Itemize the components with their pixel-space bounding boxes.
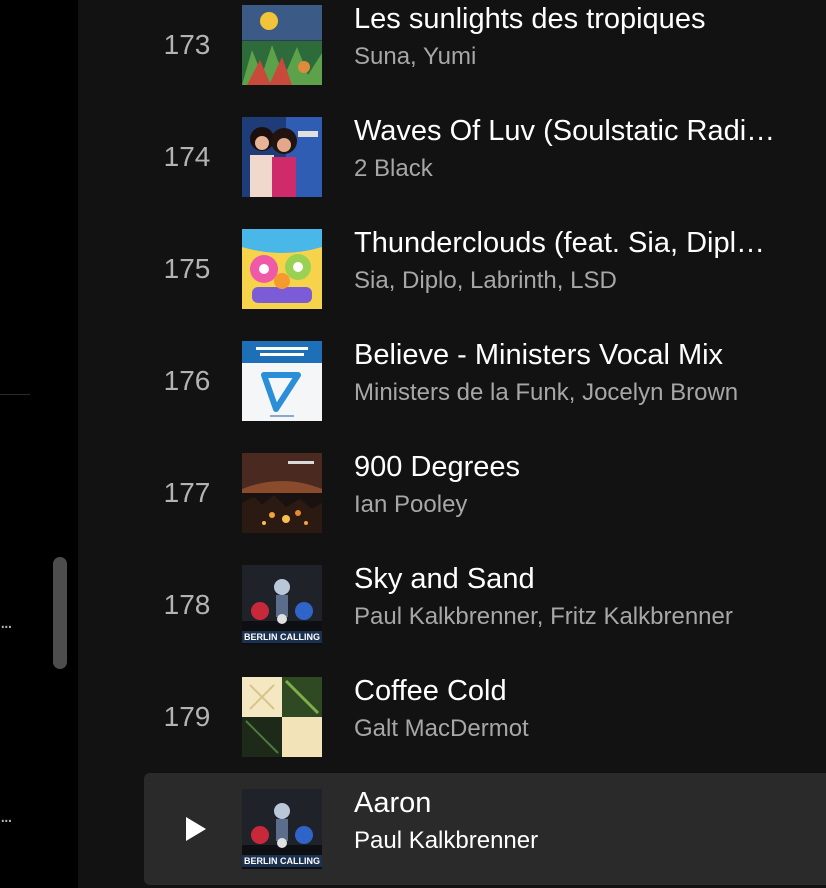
- track-artist[interactable]: Galt MacDermot: [354, 714, 824, 744]
- track-title[interactable]: Believe - Ministers Vocal Mix: [354, 337, 809, 373]
- track-row[interactable]: 179 Coffee Cold Galt MacDermot: [144, 661, 826, 773]
- track-number: 173: [163, 29, 211, 60]
- sidebar-more-icon[interactable]: ...: [0, 612, 13, 632]
- album-cover-psychedelic: [242, 229, 322, 309]
- album-cover-berlin-calling: BERLIN CALLING: [242, 565, 322, 645]
- track-number: 178: [163, 589, 211, 620]
- track-artist[interactable]: Ministers de la Funk, Jocelyn Brown: [354, 378, 824, 408]
- track-title[interactable]: Waves Of Luv (Soulstatic Radi…: [354, 113, 809, 149]
- track-title[interactable]: Coffee Cold: [354, 673, 809, 709]
- track-row[interactable]: 176 Believe - Ministers Vocal Mix Minist…: [144, 325, 826, 437]
- album-cover-boomerang: [242, 341, 322, 421]
- track-title[interactable]: Aaron: [354, 785, 809, 821]
- track-artist[interactable]: Suna, Yumi: [354, 42, 824, 72]
- track-number: 174: [163, 141, 211, 172]
- track-row[interactable]: 178 BERLIN CALLING Sky and Sand Paul Kal…: [144, 549, 826, 661]
- album-cover-tropical: [242, 5, 322, 85]
- track-row-hovered[interactable]: BERLIN CALLING Aaron Paul Kalkbrenner: [144, 773, 826, 885]
- track-row[interactable]: 175 Thunderclouds (feat. Sia, Dipl… Sia,…: [144, 213, 826, 325]
- track-number: 179: [163, 701, 211, 732]
- track-title[interactable]: Les sunlights des tropiques: [354, 1, 809, 37]
- sidebar-scrollbar[interactable]: [53, 557, 67, 669]
- sidebar-divider: [0, 394, 30, 395]
- play-icon[interactable]: [186, 817, 206, 841]
- track-title[interactable]: 900 Degrees: [354, 449, 809, 485]
- track-title[interactable]: Thunderclouds (feat. Sia, Dipl…: [354, 225, 809, 261]
- track-row[interactable]: 174 Waves Of Luv (Soulstatic Radi… 2 Bla…: [144, 101, 826, 213]
- track-number: 175: [163, 253, 211, 284]
- track-artist[interactable]: Paul Kalkbrenner: [354, 826, 824, 856]
- album-cover-berlin-calling: BERLIN CALLING: [242, 789, 322, 869]
- track-artist[interactable]: Paul Kalkbrenner, Fritz Kalkbrenner: [354, 602, 824, 632]
- album-cover-text: BERLIN CALLING: [242, 855, 322, 867]
- tracklist: 173 Les sunlights des tropiques Suna, Yu…: [78, 0, 826, 888]
- track-number: 177: [163, 477, 211, 508]
- sidebar-more-icon[interactable]: ...: [0, 806, 13, 826]
- track-artist[interactable]: 2 Black: [354, 154, 824, 184]
- track-artist[interactable]: Sia, Diplo, Labrinth, LSD: [354, 266, 824, 296]
- album-cover-night-city: [242, 453, 322, 533]
- sidebar: ... ...: [0, 0, 78, 888]
- album-cover-checker: [242, 677, 322, 757]
- track-row[interactable]: 177 900 Degrees Ian Pooley: [144, 437, 826, 549]
- album-cover-two-women: [242, 117, 322, 197]
- track-number: 176: [163, 365, 211, 396]
- album-cover-text: BERLIN CALLING: [242, 631, 322, 643]
- track-title[interactable]: Sky and Sand: [354, 561, 809, 597]
- track-row[interactable]: 173 Les sunlights des tropiques Suna, Yu…: [144, 0, 826, 101]
- track-artist[interactable]: Ian Pooley: [354, 490, 824, 520]
